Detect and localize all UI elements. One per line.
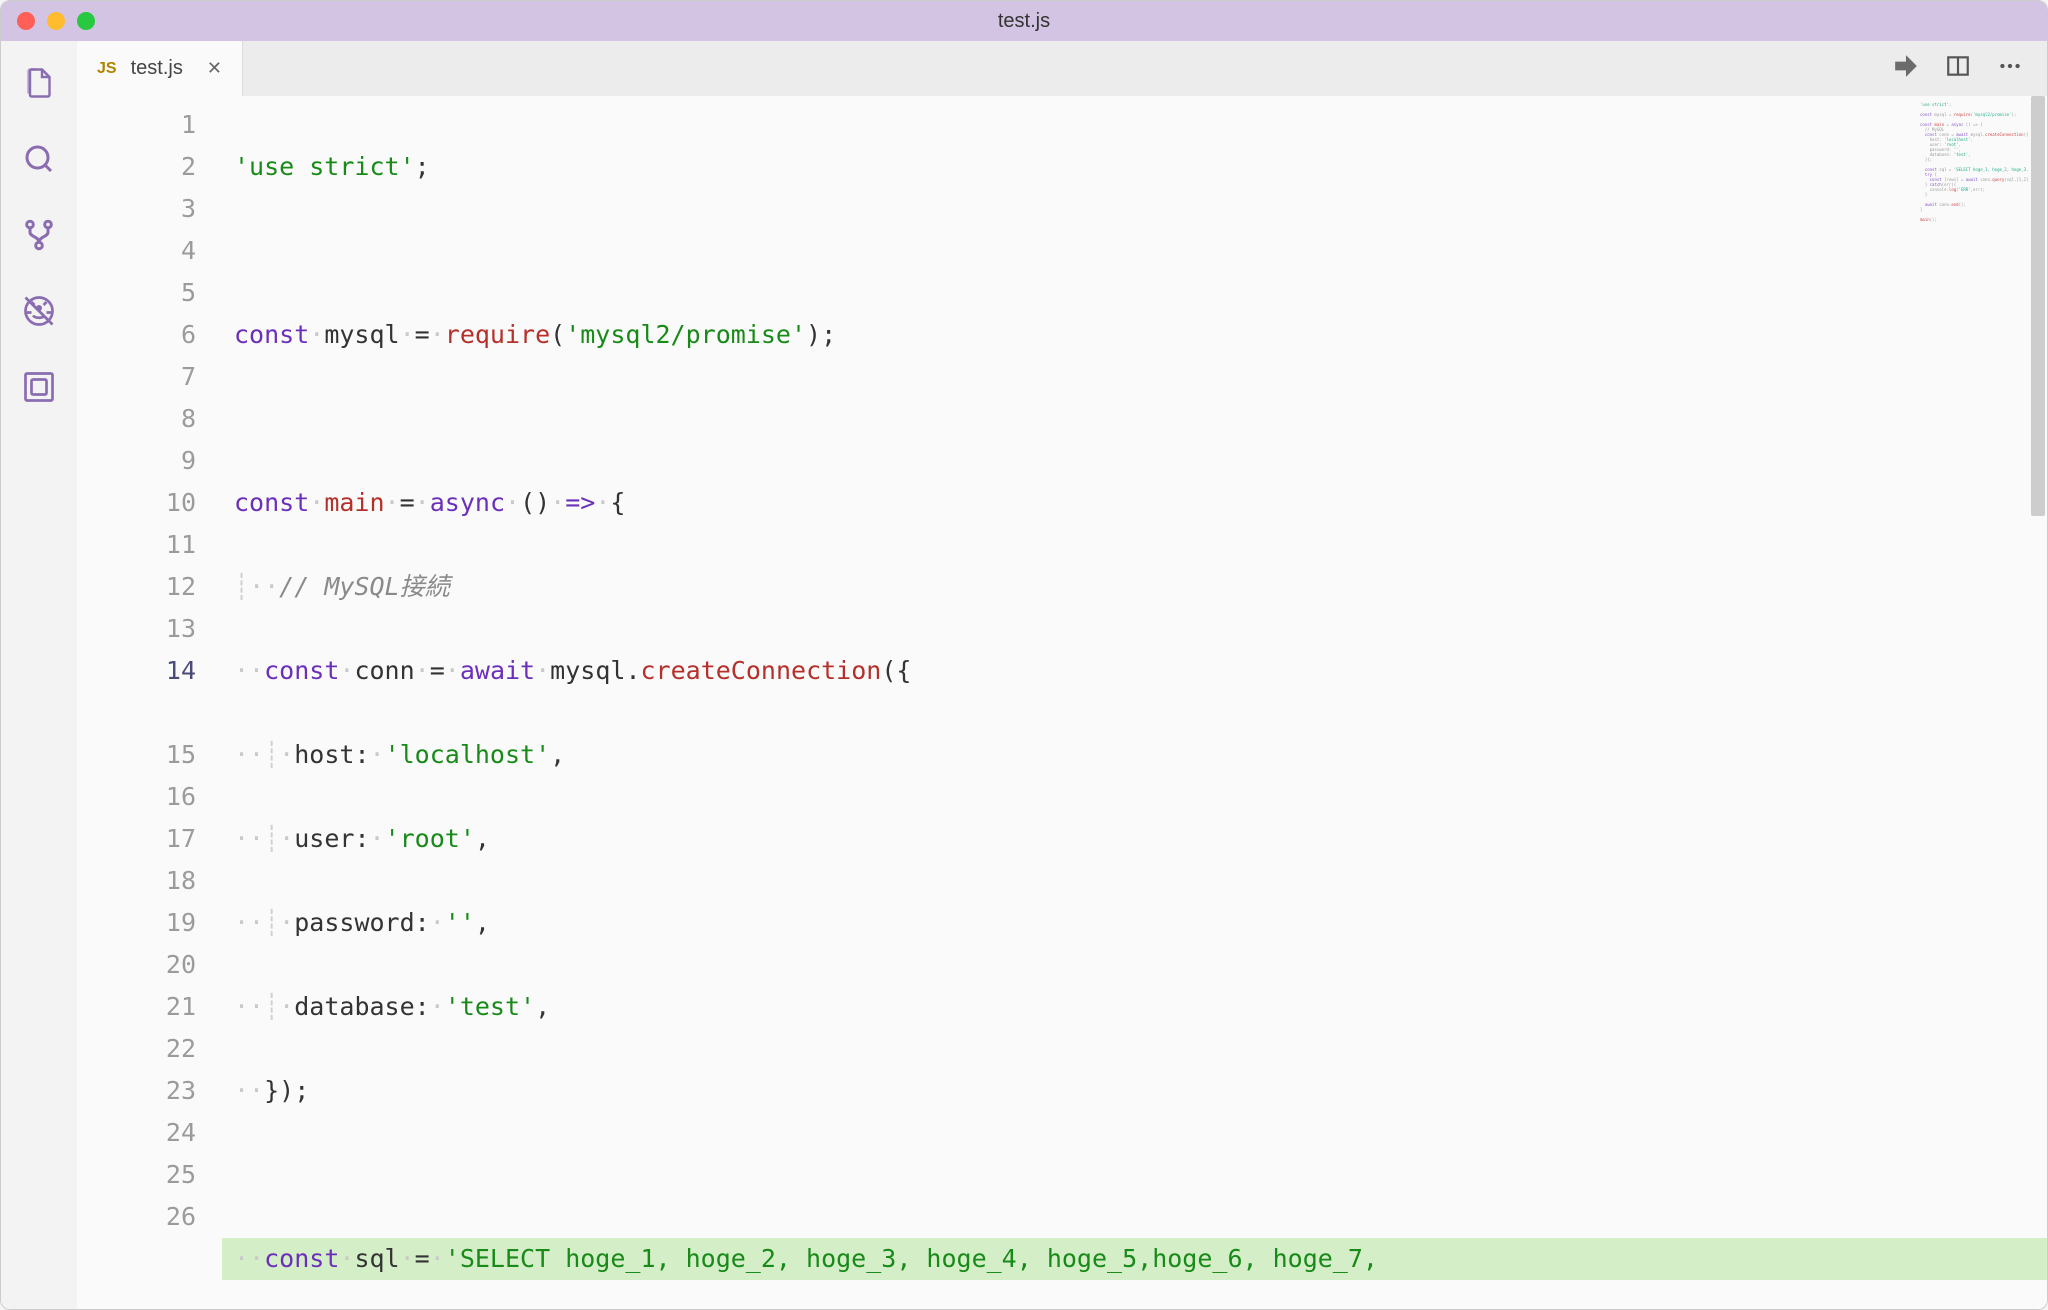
split-editor-icon[interactable]	[1945, 53, 1971, 84]
line-number: 26	[77, 1196, 196, 1238]
code-line: 'use strict';	[222, 146, 2047, 188]
line-number: 20	[77, 944, 196, 986]
main-area: JS test.js ✕	[1, 41, 2047, 1309]
code-line: ··const·conn·=·await·mysql.createConnect…	[222, 650, 2047, 692]
more-actions-icon[interactable]	[1997, 53, 2023, 84]
code-line: ··┊·user:·'root',	[222, 818, 2047, 860]
line-number-gutter: 1 2 3 4 5 6 7 8 9 10 11 12 13 14 15 16	[77, 96, 222, 1309]
tab-label: test.js	[131, 57, 183, 80]
scrollbar-thumb[interactable]	[2031, 96, 2045, 516]
js-file-icon: JS	[97, 60, 117, 78]
code-line: ··});	[222, 1070, 2047, 1112]
line-number: 15	[77, 734, 196, 776]
code-line	[222, 398, 2047, 440]
line-number: 2	[77, 146, 196, 188]
line-number: 10	[77, 482, 196, 524]
line-number: 4	[77, 230, 196, 272]
debug-icon[interactable]	[19, 291, 59, 331]
explorer-icon[interactable]	[19, 63, 59, 103]
line-number: 16	[77, 776, 196, 818]
title-bar: test.js	[1, 1, 2047, 41]
line-number: 13	[77, 608, 196, 650]
line-number: 21	[77, 986, 196, 1028]
tab-bar: JS test.js ✕	[77, 41, 2047, 96]
code-line	[222, 230, 2047, 272]
code-line: ··┊·database:·'test',	[222, 986, 2047, 1028]
editor-body[interactable]: 1 2 3 4 5 6 7 8 9 10 11 12 13 14 15 16	[77, 96, 2047, 1309]
code-line: ┊··// MySQL接続	[222, 566, 2047, 608]
line-number: 23	[77, 1070, 196, 1112]
code-line	[222, 1154, 2047, 1196]
tab-test-js[interactable]: JS test.js ✕	[77, 41, 243, 96]
line-number: 24	[77, 1112, 196, 1154]
line-number: 18	[77, 860, 196, 902]
window-maximize-button[interactable]	[77, 12, 95, 30]
code-line: const·mysql·=·require('mysql2/promise');	[222, 314, 2047, 356]
line-number: 11	[77, 524, 196, 566]
line-number: 3	[77, 188, 196, 230]
line-number: 7	[77, 356, 196, 398]
extensions-icon[interactable]	[19, 367, 59, 407]
line-number: 25	[77, 1154, 196, 1196]
app-window: test.js JS	[0, 0, 2048, 1310]
code-line: ··┊·host:·'localhost',	[222, 734, 2047, 776]
line-number: 12	[77, 566, 196, 608]
code-line: const·main·=·async·()·=>·{	[222, 482, 2047, 524]
line-number: 14	[77, 650, 196, 692]
search-icon[interactable]	[19, 139, 59, 179]
line-number: 6	[77, 314, 196, 356]
code-area[interactable]: 'use strict'; const·mysql·=·require('mys…	[222, 96, 2047, 1309]
window-close-button[interactable]	[17, 12, 35, 30]
editor-actions	[1893, 41, 2047, 96]
line-number: 19	[77, 902, 196, 944]
vertical-scrollbar[interactable]	[2029, 96, 2047, 1309]
traffic-lights	[17, 12, 95, 30]
line-number	[77, 692, 196, 734]
minimap[interactable]: 'use strict'; const mysql = require('mys…	[1914, 96, 2029, 336]
line-number: 17	[77, 818, 196, 860]
source-control-icon[interactable]	[19, 215, 59, 255]
editor-zone: JS test.js ✕	[77, 41, 2047, 1309]
line-number: 9	[77, 440, 196, 482]
activity-bar	[1, 41, 77, 1309]
code-line: ··┊·password:·'',	[222, 902, 2047, 944]
line-number: 5	[77, 272, 196, 314]
line-number: 8	[77, 398, 196, 440]
window-minimize-button[interactable]	[47, 12, 65, 30]
line-number: 1	[77, 104, 196, 146]
code-line-highlighted: ··const·sql·=·'SELECT hoge_1, hoge_2, ho…	[222, 1238, 2047, 1280]
compare-icon[interactable]	[1893, 53, 1919, 84]
line-number: 22	[77, 1028, 196, 1070]
close-icon[interactable]: ✕	[207, 58, 222, 79]
window-title: test.js	[1, 10, 2047, 33]
